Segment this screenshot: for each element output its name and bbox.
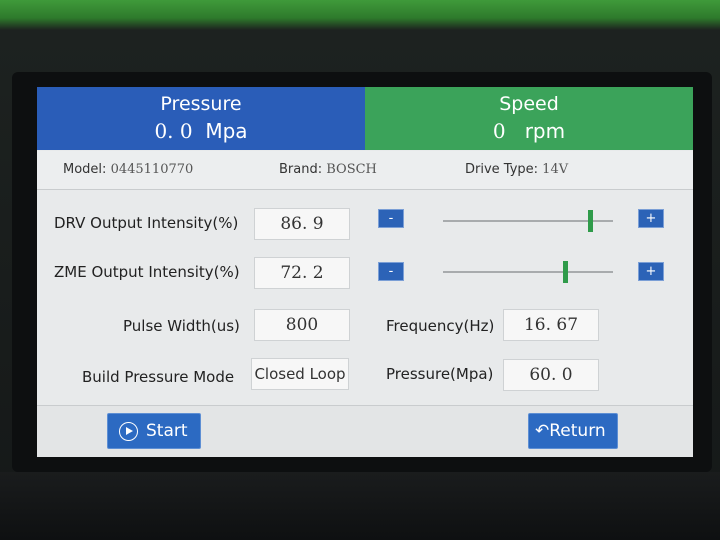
speed-title: Speed xyxy=(499,93,559,115)
drv-decrease-button[interactable]: - xyxy=(378,209,404,228)
drv-label: DRV Output Intensity(%) xyxy=(54,214,239,232)
brand-value: BOSCH xyxy=(326,162,377,177)
zme-decrease-button[interactable]: - xyxy=(378,262,404,281)
return-button[interactable]: ↶Return xyxy=(528,413,618,449)
brand-label: Brand: xyxy=(279,162,323,177)
pulse-width-label: Pulse Width(us) xyxy=(123,317,240,335)
action-bar: Start ↶Return xyxy=(37,405,693,457)
zme-increase-button[interactable]: + xyxy=(638,262,664,281)
device-info-row: Model: 0445110770 Brand: BOSCH Drive Typ… xyxy=(37,151,693,190)
screen: Pressure 0. 0 Mpa Speed 0 rpm Model: 044… xyxy=(37,87,693,457)
frequency-label: Frequency(Hz) xyxy=(386,317,495,335)
zme-slider-track[interactable] xyxy=(443,271,613,273)
target-pressure-field[interactable]: 60. 0 xyxy=(503,359,599,391)
start-button-label: Start xyxy=(146,421,188,441)
target-pressure-label: Pressure(Mpa) xyxy=(386,365,494,383)
device-base xyxy=(0,472,720,540)
zme-slider-thumb[interactable] xyxy=(562,261,568,283)
drive-type-value: 14V xyxy=(542,162,569,177)
drv-slider-thumb[interactable] xyxy=(588,210,594,232)
status-header: Pressure 0. 0 Mpa Speed 0 rpm xyxy=(37,87,693,150)
frequency-field: 16. 67 xyxy=(503,309,599,341)
model-info: Model: 0445110770 xyxy=(63,162,193,177)
brand-info: Brand: BOSCH xyxy=(279,162,377,177)
drv-intensity-field[interactable]: 86. 9 xyxy=(254,208,350,240)
play-circle-icon xyxy=(119,422,138,441)
speed-value: 0 xyxy=(492,119,506,143)
pressure-value: 0. 0 xyxy=(154,119,193,143)
drive-type-info: Drive Type: 14V xyxy=(465,162,568,177)
speed-readout: 0 rpm xyxy=(365,119,693,143)
build-pressure-mode-select[interactable]: Closed Loop xyxy=(251,358,349,390)
return-button-label: ↶Return xyxy=(535,421,606,441)
model-label: Model: xyxy=(63,162,107,177)
drive-type-label: Drive Type: xyxy=(465,162,539,177)
model-value: 0445110770 xyxy=(110,162,194,177)
pressure-readout: 0. 0 Mpa xyxy=(37,119,365,143)
pulse-width-field[interactable]: 800 xyxy=(254,309,350,341)
drv-increase-button[interactable]: + xyxy=(638,209,664,228)
pressure-panel: Pressure 0. 0 Mpa xyxy=(37,87,365,150)
start-button[interactable]: Start xyxy=(107,413,201,449)
pressure-unit: Mpa xyxy=(205,119,248,143)
speed-unit: rpm xyxy=(524,119,566,143)
pressure-title: Pressure xyxy=(160,93,242,115)
zme-label: ZME Output Intensity(%) xyxy=(54,263,240,281)
zme-intensity-field[interactable]: 72. 2 xyxy=(254,257,350,289)
speed-panel: Speed 0 rpm xyxy=(365,87,693,150)
build-pressure-mode-label: Build Pressure Mode xyxy=(82,368,235,386)
